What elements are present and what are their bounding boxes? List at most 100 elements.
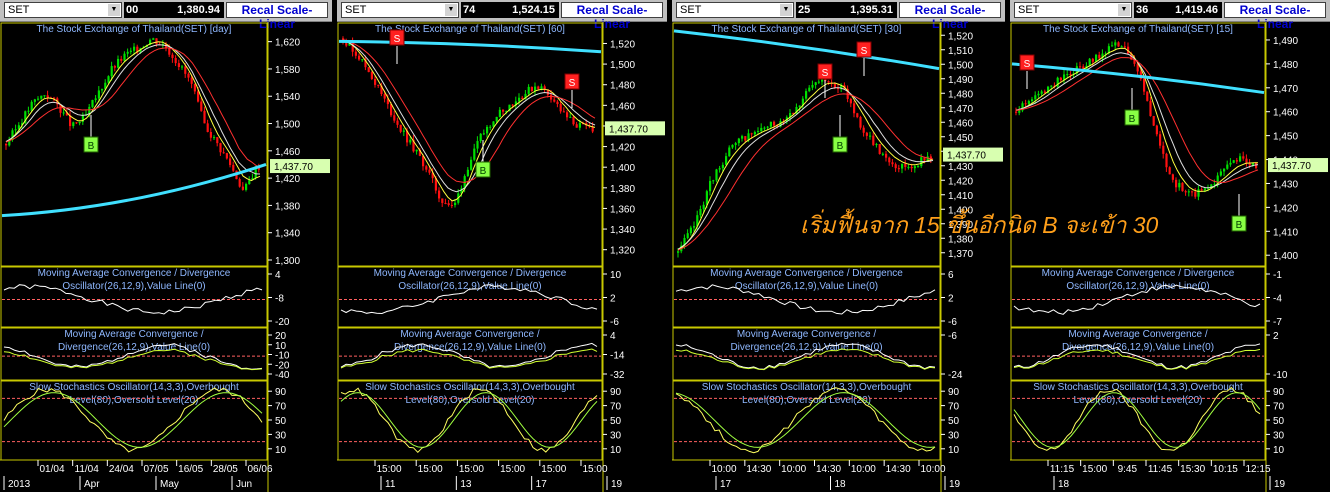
- candle-body: [168, 48, 171, 55]
- trend-line-long: [1, 163, 267, 218]
- sell-signal-marker: S: [564, 73, 580, 108]
- y-tick-label: 10: [948, 445, 960, 456]
- x-tick-label: 13: [460, 479, 472, 490]
- candle-body: [354, 51, 357, 56]
- candle-body: [129, 50, 132, 52]
- macd-oscillator-title-line2: Oscillator(26,12,9),Value Line(0): [62, 281, 205, 292]
- candle-body: [241, 186, 244, 190]
- recal-scale-button[interactable]: Recal Scale-Linear: [899, 2, 1001, 31]
- candle-body: [913, 166, 916, 169]
- candle-body: [907, 166, 910, 168]
- candle-body: [1245, 158, 1248, 163]
- last-price-label: 1,437.70: [609, 124, 648, 135]
- chart-svg: 1,4901,4801,4701,4601,4501,4401,4301,420…: [1010, 22, 1328, 492]
- candle-body: [566, 112, 569, 118]
- candle-body: [878, 144, 881, 154]
- candle-body: [1165, 153, 1168, 168]
- candle-body: [428, 169, 431, 173]
- y-tick-label: -7: [1273, 317, 1282, 328]
- candle-body: [1079, 66, 1082, 68]
- y-tick-label: 1,460: [948, 118, 973, 129]
- candle-body: [177, 63, 180, 68]
- y-tick-label: 1,480: [610, 81, 635, 92]
- price-readout-prefix: 36: [1136, 4, 1149, 16]
- y-tick-label: 1,510: [948, 46, 973, 57]
- candle-body: [229, 158, 232, 165]
- buy-signal-marker: B: [1124, 88, 1140, 126]
- candle-body: [225, 153, 228, 159]
- x-tick-label: 15:00: [541, 464, 566, 475]
- candle-body: [181, 66, 184, 68]
- y-tick-label: 1,620: [275, 38, 300, 49]
- candle-body: [133, 46, 136, 51]
- y-tick-label: 1,340: [610, 225, 635, 236]
- symbol-selector[interactable]: SET ▼: [4, 2, 122, 18]
- candle-body: [821, 79, 824, 82]
- chevron-down-icon[interactable]: ▼: [780, 4, 792, 16]
- candle-body: [1088, 58, 1091, 66]
- candle-body: [869, 135, 872, 137]
- x-tick-label: 18: [1058, 479, 1070, 490]
- candle-body: [693, 226, 696, 228]
- stochastic-title-line1: Slow Stochastics Oscillator(14,3,3),Over…: [365, 382, 575, 393]
- candle-body: [849, 98, 852, 104]
- ma-line-fast: [5, 41, 261, 182]
- sell-signal-marker: S: [856, 41, 872, 76]
- y-tick-label: 30: [1273, 430, 1285, 441]
- candle-body: [425, 166, 428, 170]
- chart-svg: 1,5201,5001,4801,4601,4401,4201,4001,380…: [337, 22, 665, 492]
- y-tick-label: 10: [610, 270, 622, 281]
- y-tick-label: 1,500: [275, 120, 300, 131]
- candle-body: [929, 156, 932, 159]
- candle-body: [91, 100, 94, 107]
- y-tick-label: 4: [610, 331, 616, 342]
- x-tick-label: 17: [536, 479, 548, 490]
- y-tick-label: 70: [610, 402, 622, 413]
- candle-body: [75, 122, 78, 124]
- candle-body: [891, 162, 894, 165]
- x-tick-label: 01/04: [39, 464, 64, 475]
- candle-body: [466, 169, 469, 177]
- candle-body: [1203, 188, 1206, 191]
- y-tick-label: 1,490: [1273, 36, 1298, 47]
- recal-scale-button[interactable]: Recal Scale-Linear: [1224, 2, 1326, 31]
- candle-body: [1175, 179, 1178, 188]
- candle-body: [721, 164, 724, 169]
- y-tick-label: 1,320: [610, 246, 635, 257]
- symbol-selector[interactable]: SET ▼: [676, 2, 794, 18]
- y-tick-label: 2: [948, 294, 954, 305]
- signal-label: B: [480, 166, 487, 177]
- candle-body: [757, 130, 760, 132]
- symbol-selector[interactable]: SET ▼: [341, 2, 459, 18]
- symbol-selector[interactable]: SET ▼: [1014, 2, 1132, 18]
- recal-scale-button[interactable]: Recal Scale-Linear: [226, 2, 328, 31]
- candle-body: [33, 99, 36, 102]
- candle-body: [190, 77, 193, 84]
- candle-body: [1242, 156, 1245, 159]
- candle-body: [897, 168, 900, 170]
- candle-body: [559, 104, 562, 112]
- candle-body: [203, 110, 206, 124]
- candle-body: [1152, 116, 1155, 126]
- candle-body: [741, 136, 744, 139]
- candle-body: [1114, 42, 1117, 46]
- x-tick-label: 24/04: [109, 464, 134, 475]
- chevron-down-icon[interactable]: ▼: [108, 4, 120, 16]
- candle-body: [1024, 103, 1027, 105]
- chevron-down-icon[interactable]: ▼: [445, 4, 457, 16]
- candle-body: [5, 144, 8, 146]
- candle-body: [1239, 156, 1242, 162]
- price-readout-value: 1,380.94: [177, 4, 220, 16]
- candle-body: [773, 121, 776, 126]
- candle-body: [193, 83, 196, 92]
- recal-scale-button[interactable]: Recal Scale-Linear: [561, 2, 663, 31]
- candle-body: [862, 127, 865, 133]
- y-tick-label: -20: [275, 317, 290, 328]
- y-tick-label: 1,460: [275, 147, 300, 158]
- y-tick-label: 10: [1273, 445, 1285, 456]
- candle-body: [553, 99, 556, 102]
- y-tick-label: 1,420: [275, 174, 300, 185]
- chevron-down-icon[interactable]: ▼: [1118, 4, 1130, 16]
- candle-body: [248, 180, 251, 185]
- candle-body: [1229, 162, 1232, 165]
